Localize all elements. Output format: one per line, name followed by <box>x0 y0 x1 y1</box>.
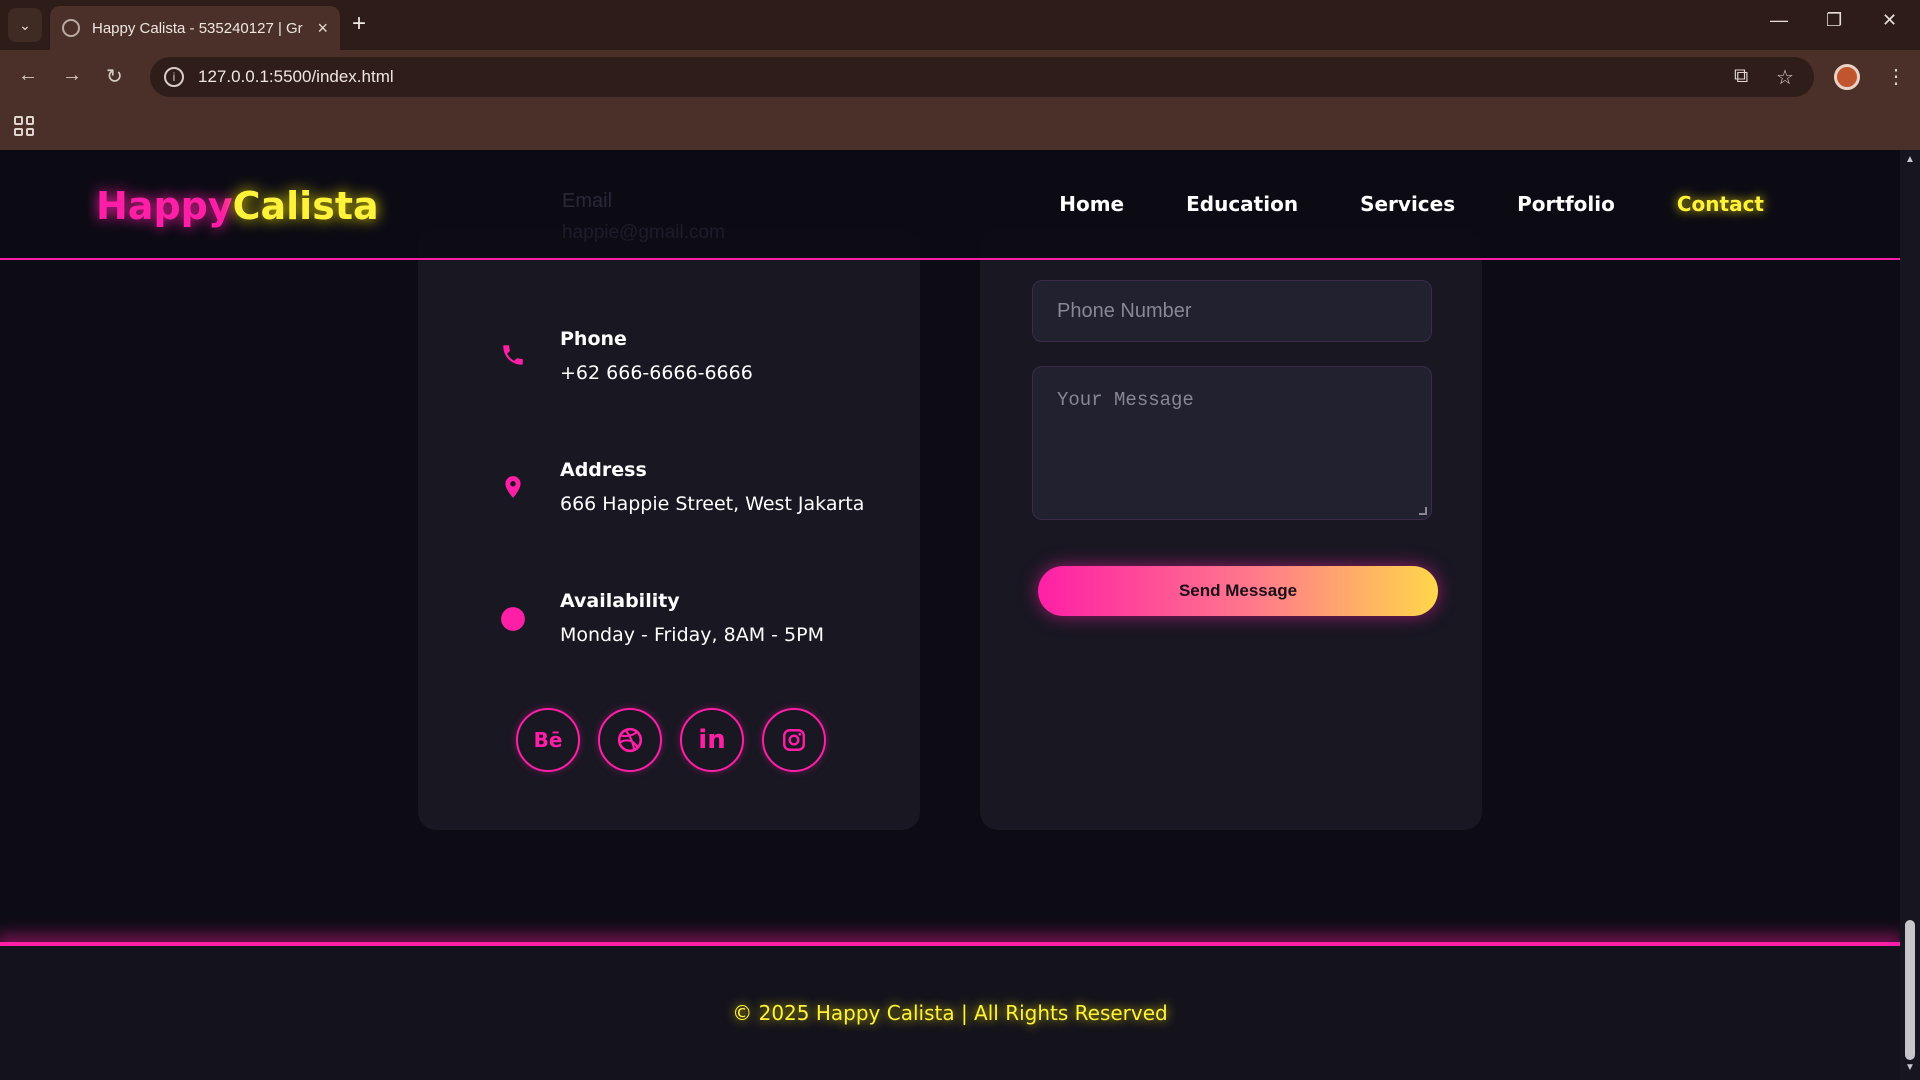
dribbble-icon <box>617 727 643 753</box>
linkedin-link[interactable]: in <box>680 708 744 772</box>
instagram-link[interactable] <box>762 708 826 772</box>
translate-icon[interactable]: ⧉ <box>1734 65 1748 88</box>
nav-portfolio[interactable]: Portfolio <box>1517 192 1615 216</box>
browser-tab[interactable]: Happy Calista - 535240127 | Gr × <box>50 6 340 50</box>
address-info: Address 666 Happie Street, West Jakarta <box>560 459 864 515</box>
forward-arrow-icon[interactable]: → <box>62 64 82 87</box>
site-header: HappyCalista Home Education Services Por… <box>0 150 1900 260</box>
email-value-behind-header: happie@gmail.com <box>562 222 725 243</box>
nav-home[interactable]: Home <box>1059 192 1124 216</box>
scroll-thumb[interactable] <box>1905 920 1915 1060</box>
apps-grid-icon[interactable] <box>14 116 34 136</box>
browser-menu-icon[interactable]: ⋮ <box>1886 64 1906 89</box>
address-bar[interactable]: i 127.0.0.1:5500/index.html ⧉ ☆ <box>150 57 1814 97</box>
close-window-icon[interactable]: ✕ <box>1882 10 1897 31</box>
address-value: 666 Happie Street, West Jakarta <box>560 493 865 515</box>
page-scrollbar[interactable]: ▲ ▼ <box>1900 150 1920 1080</box>
behance-link[interactable]: Bē <box>516 708 580 772</box>
scroll-down-icon[interactable]: ▼ <box>1905 1062 1915 1073</box>
phone-placeholder: Phone Number <box>1057 299 1192 322</box>
tab-title: Happy Calista - 535240127 | Gr <box>92 19 303 37</box>
nav-education[interactable]: Education <box>1186 192 1298 216</box>
message-placeholder: Your Message <box>1057 389 1194 411</box>
scroll-up-icon[interactable]: ▲ <box>1905 154 1915 165</box>
site-logo[interactable]: HappyCalista <box>96 184 379 228</box>
resize-handle-icon[interactable] <box>1419 507 1427 515</box>
minimize-icon[interactable]: — <box>1770 10 1788 31</box>
phone-label: Phone <box>560 328 627 350</box>
reload-icon[interactable]: ↻ <box>106 64 123 89</box>
phone-number-input[interactable]: Phone Number <box>1032 280 1432 342</box>
social-links: Bē in <box>516 708 826 772</box>
nav-services[interactable]: Services <box>1360 192 1455 216</box>
page-viewport: HappyCalista Home Education Services Por… <box>0 150 1900 1080</box>
behance-icon: Bē <box>533 728 563 752</box>
site-info-icon[interactable]: i <box>164 67 184 87</box>
footer-copyright: © 2025 Happy Calista | All Rights Reserv… <box>732 1001 1168 1025</box>
instagram-icon <box>783 729 805 751</box>
email-label-behind-header: Email <box>562 190 613 212</box>
clock-icon <box>501 607 525 631</box>
availability-info: Availability Monday - Friday, 8AM - 5PM <box>560 590 824 646</box>
chevron-down-icon: ⌄ <box>19 16 31 33</box>
bookmarks-bar <box>0 102 1920 150</box>
availability-value: Monday - Friday, 8AM - 5PM <box>560 624 824 646</box>
message-textarea[interactable]: Your Message <box>1032 366 1432 520</box>
back-arrow-icon[interactable]: ← <box>18 64 38 87</box>
availability-label: Availability <box>560 590 680 612</box>
browser-toolbar: ← → ↻ i 127.0.0.1:5500/index.html ⧉ ☆ ⋮ <box>0 50 1920 102</box>
dribbble-link[interactable] <box>598 708 662 772</box>
linkedin-icon: in <box>698 725 726 755</box>
main-nav: Home Education Services Portfolio Contac… <box>1059 192 1764 216</box>
phone-value: +62 666-6666-6666 <box>560 362 753 384</box>
new-tab-button[interactable]: + <box>352 10 366 38</box>
phone-icon <box>503 345 523 365</box>
nav-contact[interactable]: Contact <box>1677 192 1764 216</box>
tab-search-button[interactable]: ⌄ <box>8 8 42 42</box>
restore-icon[interactable]: ❐ <box>1826 10 1842 31</box>
address-label: Address <box>560 459 647 481</box>
url-text: 127.0.0.1:5500/index.html <box>198 67 394 86</box>
browser-tab-bar: ⌄ Happy Calista - 535240127 | Gr × + — ❐… <box>0 0 1920 50</box>
globe-icon <box>62 19 80 37</box>
bookmark-star-icon[interactable]: ☆ <box>1776 65 1794 90</box>
location-pin-icon <box>505 476 521 498</box>
logo-happy: Happy <box>96 184 233 228</box>
send-message-button[interactable]: Send Message <box>1038 566 1438 616</box>
phone-info: Phone +62 666-6666-6666 <box>560 328 753 384</box>
logo-calista: Calista <box>232 184 379 228</box>
profile-avatar[interactable] <box>1834 64 1860 90</box>
close-tab-icon[interactable]: × <box>317 18 328 39</box>
site-footer: © 2025 Happy Calista | All Rights Reserv… <box>0 946 1900 1080</box>
